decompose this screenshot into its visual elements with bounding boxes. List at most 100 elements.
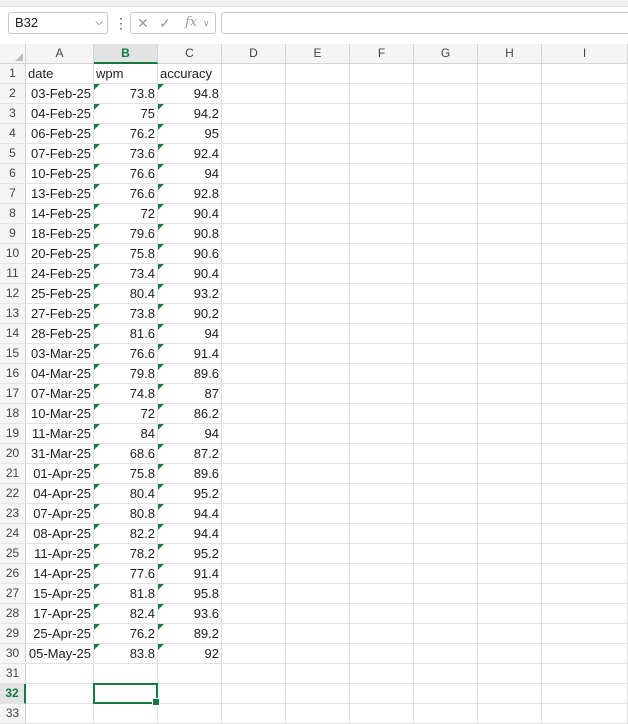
cell-f25[interactable] <box>350 544 414 564</box>
cell-a15[interactable]: 03-Mar-25 <box>26 344 94 364</box>
cell-d4[interactable] <box>222 124 286 144</box>
cell-i2[interactable] <box>542 84 628 104</box>
number-as-text-flag-icon[interactable] <box>158 124 164 130</box>
cell-g26[interactable] <box>414 564 478 584</box>
cell-h2[interactable] <box>478 84 542 104</box>
cell-g23[interactable] <box>414 504 478 524</box>
number-as-text-flag-icon[interactable] <box>158 584 164 590</box>
column-header-b[interactable]: B <box>94 44 158 64</box>
cell-a19[interactable]: 11-Mar-25 <box>26 424 94 444</box>
cell-d15[interactable] <box>222 344 286 364</box>
number-as-text-flag-icon[interactable] <box>94 404 100 410</box>
cell-b32[interactable] <box>94 684 158 704</box>
cell-f30[interactable] <box>350 644 414 664</box>
cell-g3[interactable] <box>414 104 478 124</box>
cell-c9[interactable]: 90.8 <box>158 224 222 244</box>
column-header-i[interactable]: I <box>542 44 628 64</box>
cell-d14[interactable] <box>222 324 286 344</box>
cell-a21[interactable]: 01-Apr-25 <box>26 464 94 484</box>
number-as-text-flag-icon[interactable] <box>94 164 100 170</box>
number-as-text-flag-icon[interactable] <box>158 464 164 470</box>
cell-d31[interactable] <box>222 664 286 684</box>
column-header-a[interactable]: A <box>26 44 94 64</box>
cell-c15[interactable]: 91.4 <box>158 344 222 364</box>
cell-c29[interactable]: 89.2 <box>158 624 222 644</box>
cell-g21[interactable] <box>414 464 478 484</box>
number-as-text-flag-icon[interactable] <box>158 204 164 210</box>
cell-i25[interactable] <box>542 544 628 564</box>
number-as-text-flag-icon[interactable] <box>158 524 164 530</box>
cell-g28[interactable] <box>414 604 478 624</box>
cell-f19[interactable] <box>350 424 414 444</box>
cell-e15[interactable] <box>286 344 350 364</box>
row-header-7[interactable]: 7 <box>0 184 26 204</box>
cell-h27[interactable] <box>478 584 542 604</box>
cell-b25[interactable]: 78.2 <box>94 544 158 564</box>
cell-i14[interactable] <box>542 324 628 344</box>
cell-b2[interactable]: 73.8 <box>94 84 158 104</box>
cell-f28[interactable] <box>350 604 414 624</box>
number-as-text-flag-icon[interactable] <box>94 204 100 210</box>
cell-h26[interactable] <box>478 564 542 584</box>
cell-i16[interactable] <box>542 364 628 384</box>
cell-i20[interactable] <box>542 444 628 464</box>
number-as-text-flag-icon[interactable] <box>158 324 164 330</box>
cell-g2[interactable] <box>414 84 478 104</box>
cell-c1[interactable]: accuracy <box>158 64 222 84</box>
cell-e21[interactable] <box>286 464 350 484</box>
row-header-32[interactable]: 32 <box>0 684 26 704</box>
cell-c33[interactable] <box>158 704 222 724</box>
cell-g6[interactable] <box>414 164 478 184</box>
cell-d17[interactable] <box>222 384 286 404</box>
row-header-31[interactable]: 31 <box>0 664 26 684</box>
cell-c32[interactable] <box>158 684 222 704</box>
number-as-text-flag-icon[interactable] <box>94 464 100 470</box>
cell-g30[interactable] <box>414 644 478 664</box>
cell-d20[interactable] <box>222 444 286 464</box>
cell-b33[interactable] <box>94 704 158 724</box>
cell-i32[interactable] <box>542 684 628 704</box>
cell-b17[interactable]: 74.8 <box>94 384 158 404</box>
cell-c12[interactable]: 93.2 <box>158 284 222 304</box>
cell-f15[interactable] <box>350 344 414 364</box>
number-as-text-flag-icon[interactable] <box>158 564 164 570</box>
cell-b12[interactable]: 80.4 <box>94 284 158 304</box>
cell-d12[interactable] <box>222 284 286 304</box>
cell-g31[interactable] <box>414 664 478 684</box>
cell-h4[interactable] <box>478 124 542 144</box>
cell-i18[interactable] <box>542 404 628 424</box>
cancel-icon[interactable]: ✕ <box>137 13 149 33</box>
cell-h12[interactable] <box>478 284 542 304</box>
number-as-text-flag-icon[interactable] <box>158 344 164 350</box>
cell-a18[interactable]: 10-Mar-25 <box>26 404 94 424</box>
cell-c24[interactable]: 94.4 <box>158 524 222 544</box>
cell-c30[interactable]: 92 <box>158 644 222 664</box>
row-header-23[interactable]: 23 <box>0 504 26 524</box>
cell-e5[interactable] <box>286 144 350 164</box>
cell-a7[interactable]: 13-Feb-25 <box>26 184 94 204</box>
row-header-25[interactable]: 25 <box>0 544 26 564</box>
cell-e31[interactable] <box>286 664 350 684</box>
cell-g33[interactable] <box>414 704 478 724</box>
column-header-e[interactable]: E <box>286 44 350 64</box>
cell-b24[interactable]: 82.2 <box>94 524 158 544</box>
cell-i5[interactable] <box>542 144 628 164</box>
cell-h17[interactable] <box>478 384 542 404</box>
column-header-h[interactable]: H <box>478 44 542 64</box>
cell-g8[interactable] <box>414 204 478 224</box>
number-as-text-flag-icon[interactable] <box>158 444 164 450</box>
cell-b15[interactable]: 76.6 <box>94 344 158 364</box>
cell-a29[interactable]: 25-Apr-25 <box>26 624 94 644</box>
cell-f32[interactable] <box>350 684 414 704</box>
cell-g32[interactable] <box>414 684 478 704</box>
cell-b21[interactable]: 75.8 <box>94 464 158 484</box>
cell-a12[interactable]: 25-Feb-25 <box>26 284 94 304</box>
cell-c2[interactable]: 94.8 <box>158 84 222 104</box>
cell-e18[interactable] <box>286 404 350 424</box>
cell-g27[interactable] <box>414 584 478 604</box>
cell-d24[interactable] <box>222 524 286 544</box>
number-as-text-flag-icon[interactable] <box>94 424 100 430</box>
cell-d9[interactable] <box>222 224 286 244</box>
number-as-text-flag-icon[interactable] <box>94 144 100 150</box>
cell-e22[interactable] <box>286 484 350 504</box>
